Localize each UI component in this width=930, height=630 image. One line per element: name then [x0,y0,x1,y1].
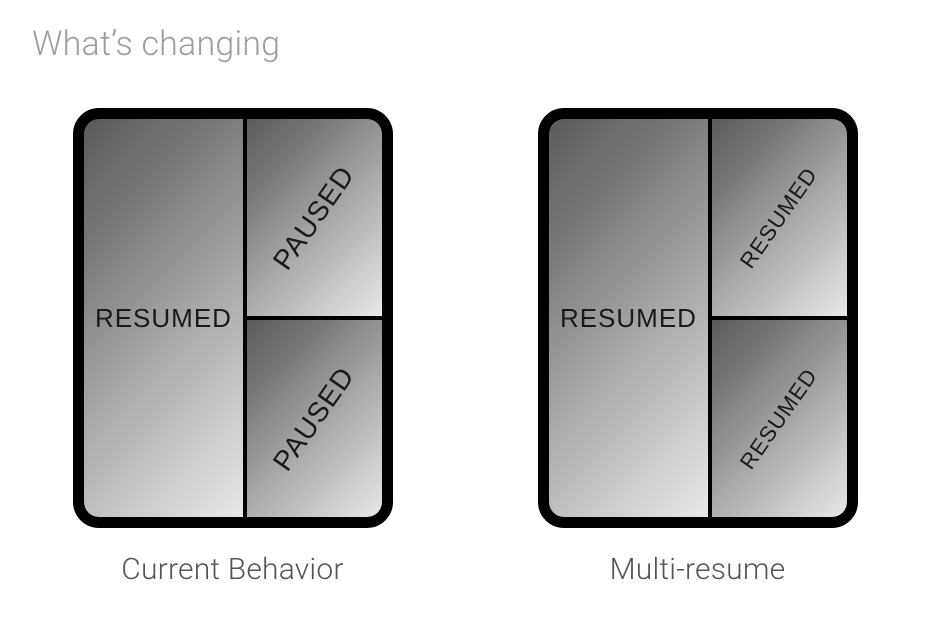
device-col-multiresume: RESUMED RESUMED RESUMED Multi-resume [538,108,858,587]
pane-right-bottom: PAUSED [247,320,381,517]
diagram-row: RESUMED PAUSED PAUSED Current Behavior R… [0,108,930,587]
pane-left: RESUMED [84,119,248,517]
pane-left: RESUMED [549,119,713,517]
state-label: PAUSED [267,361,362,477]
pane-right-top: PAUSED [247,119,381,320]
device-caption: Current Behavior [121,552,343,587]
pane-right-top: RESUMED [712,119,846,320]
state-label: PAUSED [267,160,362,276]
tablet-frame: RESUMED PAUSED PAUSED [73,108,393,528]
pane-right-bottom: RESUMED [712,320,846,517]
pane-right: PAUSED PAUSED [247,119,381,517]
state-label: RESUMED [735,363,823,474]
device-caption: Multi-resume [610,552,786,587]
tablet-frame: RESUMED RESUMED RESUMED [538,108,858,528]
state-label: RESUMED [560,303,697,334]
page-title: What’s changing [32,24,280,64]
device-col-current: RESUMED PAUSED PAUSED Current Behavior [73,108,393,587]
pane-right: RESUMED RESUMED [712,119,846,517]
state-label: RESUMED [95,303,232,334]
state-label: RESUMED [735,162,823,273]
